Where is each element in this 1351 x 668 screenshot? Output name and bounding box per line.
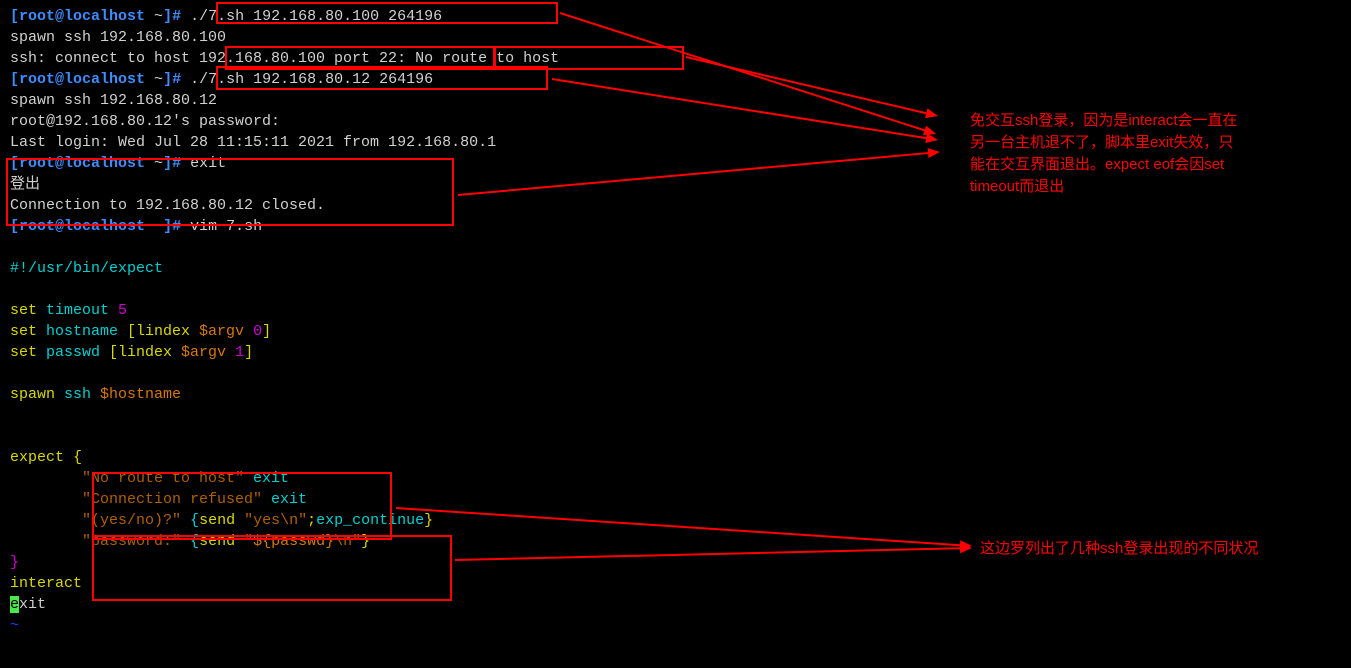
exit-with-cursor: exit bbox=[10, 594, 1341, 615]
blank-line bbox=[10, 363, 1341, 384]
expect-refused: "Connection refused" exit bbox=[10, 489, 1341, 510]
blank-line bbox=[10, 279, 1341, 300]
connection-closed: Connection to 192.168.80.12 closed. bbox=[10, 195, 1341, 216]
blank-line bbox=[10, 426, 1341, 447]
cmd-line-1: [root@localhost ~]# ./7.sh 192.168.80.10… bbox=[10, 6, 1341, 27]
expect-noroute: "No route to host" exit bbox=[10, 468, 1341, 489]
vim-tilde: ~ bbox=[10, 615, 1341, 636]
expect-open: expect { bbox=[10, 447, 1341, 468]
annotation-top: 免交互ssh登录，因为是interact会一直在 另一台主机退不了，脚本里exi… bbox=[970, 110, 1238, 198]
ssh-error-1: ssh: connect to host 192.168.80.100 port… bbox=[10, 48, 1341, 69]
blank-line bbox=[10, 237, 1341, 258]
annotation-bottom: 这边罗列出了几种ssh登录出现的不同状况 bbox=[980, 538, 1258, 560]
spawn-1: spawn ssh 192.168.80.100 bbox=[10, 27, 1341, 48]
cmd-line-2: [root@localhost ~]# ./7.sh 192.168.80.12… bbox=[10, 69, 1341, 90]
blank-line bbox=[10, 405, 1341, 426]
terminal-output[interactable]: [root@localhost ~]# ./7.sh 192.168.80.10… bbox=[0, 0, 1351, 668]
set-passwd: set passwd [lindex $argv 1] bbox=[10, 342, 1341, 363]
expect-yesno: "(yes/no)?" {send "yes\n";exp_continue} bbox=[10, 510, 1341, 531]
set-timeout: set timeout 5 bbox=[10, 300, 1341, 321]
cmd-vim: [root@localhost ~]# vim 7.sh bbox=[10, 216, 1341, 237]
interact-cmd: interact bbox=[10, 573, 1341, 594]
set-hostname: set hostname [lindex $argv 0] bbox=[10, 321, 1341, 342]
spawn-2: spawn ssh 192.168.80.12 bbox=[10, 90, 1341, 111]
script-shebang: #!/usr/bin/expect bbox=[10, 258, 1341, 279]
terminal-cursor: e bbox=[10, 596, 19, 613]
spawn-ssh: spawn ssh $hostname bbox=[10, 384, 1341, 405]
